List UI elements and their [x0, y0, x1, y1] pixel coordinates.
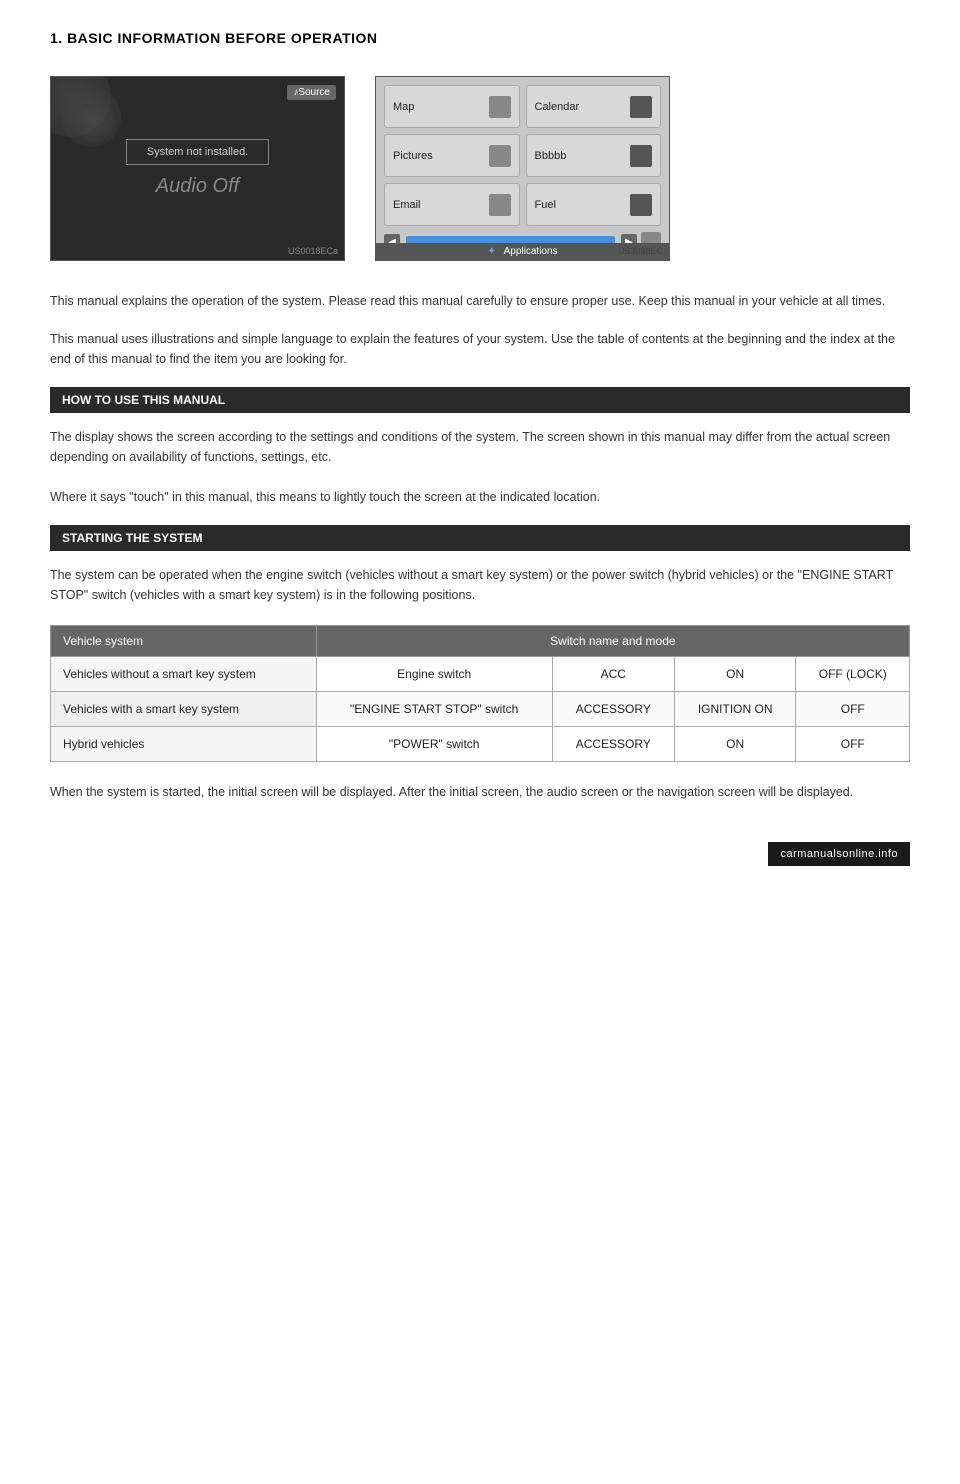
row3-switch: "POWER" switch — [316, 727, 552, 762]
app-map-label: Map — [393, 101, 414, 113]
app-bbbbb-label: Bbbbb — [535, 150, 567, 162]
footer: carmanualsonline.info — [50, 842, 910, 866]
app-pictures[interactable]: Pictures — [384, 134, 520, 177]
table-header-switch: Switch name and mode — [316, 626, 909, 657]
after-table-text: When the system is started, the initial … — [50, 782, 910, 802]
images-row: ♪Source System not installed. Audio Off … — [50, 76, 910, 261]
section1-bar-label: HOW TO USE THIS MANUAL — [62, 393, 225, 407]
row2-switch: "ENGINE START STOP" switch — [316, 692, 552, 727]
app-pictures-label: Pictures — [393, 150, 433, 162]
system-not-installed-label: System not installed. — [126, 139, 270, 165]
app-fuel-label: Fuel — [535, 199, 556, 211]
row1-mode1: ACC — [552, 657, 674, 692]
page-title: 1. BASIC INFORMATION BEFORE OPERATION — [50, 30, 910, 46]
row3-mode2: ON — [674, 727, 796, 762]
row1-mode3: OFF (LOCK) — [796, 657, 910, 692]
carmanuals-badge: carmanualsonline.info — [768, 842, 910, 866]
section1-bar: HOW TO USE THIS MANUAL — [50, 387, 910, 413]
row3-mode1: ACCESSORY — [552, 727, 674, 762]
bluetooth-icon: ✦ — [487, 246, 495, 257]
section2-bar-label: STARTING THE SYSTEM — [62, 531, 202, 545]
row1-switch: Engine switch — [316, 657, 552, 692]
section1-text: The display shows the screen according t… — [50, 427, 910, 507]
table-row-1: Vehicles without a smart key system Engi… — [51, 657, 910, 692]
intro-text-1: This manual explains the operation of th… — [50, 291, 910, 311]
row2-vehicle: Vehicles with a smart key system — [51, 692, 317, 727]
deco-circle-3 — [76, 102, 116, 142]
row1-mode2: ON — [674, 657, 796, 692]
table-row-3: Hybrid vehicles "POWER" switch ACCESSORY… — [51, 727, 910, 762]
pictures-icon — [489, 145, 511, 167]
table-header-vehicle: Vehicle system — [51, 626, 317, 657]
intro-text-2: This manual uses illustrations and simpl… — [50, 329, 910, 369]
row2-mode2: IGNITION ON — [674, 692, 796, 727]
audio-off-label: Audio Off — [156, 175, 239, 198]
calendar-icon — [630, 96, 652, 118]
row2-mode1: ACCESSORY — [552, 692, 674, 727]
table-row-2: Vehicles with a smart key system "ENGINE… — [51, 692, 910, 727]
app-calendar[interactable]: Calendar — [526, 85, 662, 128]
right-screen: Map Calendar Pictures Bbbbb — [375, 76, 670, 261]
bbbbb-icon — [630, 145, 652, 167]
right-screen-wrapper: Map Calendar Pictures Bbbbb — [375, 76, 670, 261]
app-grid: Map Calendar Pictures Bbbbb — [384, 85, 661, 226]
app-bbbbb[interactable]: Bbbbb — [526, 134, 662, 177]
section2-bar: STARTING THE SYSTEM — [50, 525, 910, 551]
left-screen-code: US0018ECa — [288, 246, 338, 256]
page-container: 1. BASIC INFORMATION BEFORE OPERATION ♪S… — [0, 0, 960, 926]
footer-site-label: carmanualsonline.info — [780, 848, 898, 860]
row2-mode3: OFF — [796, 692, 910, 727]
row3-vehicle: Hybrid vehicles — [51, 727, 317, 762]
app-fuel[interactable]: Fuel — [526, 183, 662, 226]
app-map[interactable]: Map — [384, 85, 520, 128]
left-screen: ♪Source System not installed. Audio Off … — [50, 76, 345, 261]
section2-text: The system can be operated when the engi… — [50, 565, 910, 605]
right-screen-code: US3098EC — [618, 246, 663, 256]
source-button[interactable]: ♪Source — [287, 85, 336, 100]
app-email[interactable]: Email — [384, 183, 520, 226]
row1-vehicle: Vehicles without a smart key system — [51, 657, 317, 692]
fuel-icon — [630, 194, 652, 216]
applications-label: Applications — [504, 246, 558, 257]
map-icon — [489, 96, 511, 118]
app-email-label: Email — [393, 199, 421, 211]
row3-mode3: OFF — [796, 727, 910, 762]
email-icon — [489, 194, 511, 216]
vehicle-table: Vehicle system Switch name and mode Vehi… — [50, 625, 910, 762]
app-calendar-label: Calendar — [535, 101, 580, 113]
